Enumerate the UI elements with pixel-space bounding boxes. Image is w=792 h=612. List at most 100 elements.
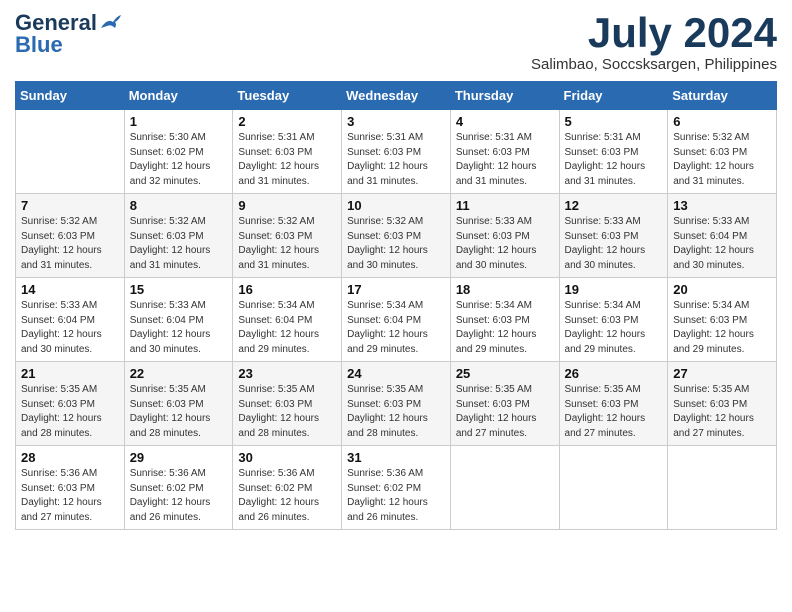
calendar-header: Sunday Monday Tuesday Wednesday Thursday…	[16, 82, 777, 110]
day-number: 24	[347, 366, 445, 381]
day-info: Sunrise: 5:32 AM Sunset: 6:03 PM Dayligh…	[130, 215, 228, 273]
calendar-cell: 31 Sunrise: 5:36 AM Sunset: 6:02 PM Dayli…	[342, 446, 451, 530]
logo: General Blue	[15, 10, 121, 58]
calendar-cell: 10 Sunrise: 5:32 AM Sunset: 6:03 PM Dayli…	[342, 194, 451, 278]
day-info: Sunrise: 5:35 AM Sunset: 6:03 PM Dayligh…	[565, 383, 663, 441]
day-number: 28	[21, 450, 119, 465]
calendar-cell: 7 Sunrise: 5:32 AM Sunset: 6:03 PM Daylig…	[16, 194, 125, 278]
week-row-3: 14Sunrise: 5:33 AM Sunset: 6:04 PM Dayli…	[16, 278, 777, 362]
calendar-cell: 5Sunrise: 5:31 AM Sunset: 6:03 PM Daylig…	[559, 110, 668, 194]
calendar-cell: 25Sunrise: 5:35 AM Sunset: 6:03 PM Dayli…	[450, 362, 559, 446]
title-block: July 2024 Salimbao, Soccsksargen, Philip…	[531, 10, 777, 73]
day-info: Sunrise: 5:32 AM Sunset: 6:03 PM Dayligh…	[347, 215, 445, 273]
day-number: 10	[347, 198, 445, 213]
day-number: 18	[456, 282, 554, 297]
week-row-2: 7 Sunrise: 5:32 AM Sunset: 6:03 PM Daylig…	[16, 194, 777, 278]
day-info: Sunrise: 5:36 AM Sunset: 6:03 PM Dayligh…	[21, 467, 119, 525]
calendar-cell: 29 Sunrise: 5:36 AM Sunset: 6:02 PM Dayli…	[124, 446, 233, 530]
calendar-cell: 30 Sunrise: 5:36 AM Sunset: 6:02 PM Dayli…	[233, 446, 342, 530]
day-info: Sunrise: 5:35 AM Sunset: 6:03 PM Dayligh…	[347, 383, 445, 441]
calendar-cell	[16, 110, 125, 194]
day-info: Sunrise: 5:32 AM Sunset: 6:03 PM Dayligh…	[21, 215, 119, 273]
day-number: 3	[347, 114, 445, 129]
day-info: Sunrise: 5:34 AM Sunset: 6:04 PM Dayligh…	[347, 299, 445, 357]
day-number: 8	[130, 198, 228, 213]
day-info: Sunrise: 5:32 AM Sunset: 6:03 PM Dayligh…	[673, 131, 771, 189]
day-number: 31	[347, 450, 445, 465]
day-number: 21	[21, 366, 119, 381]
calendar-cell: 21 Sunrise: 5:35 AM Sunset: 6:03 PM Dayli…	[16, 362, 125, 446]
calendar-cell: 23 Sunrise: 5:35 AM Sunset: 6:03 PM Dayli…	[233, 362, 342, 446]
calendar-cell: 22 Sunrise: 5:35 AM Sunset: 6:03 PM Dayli…	[124, 362, 233, 446]
calendar-cell: 27Sunrise: 5:35 AM Sunset: 6:03 PM Dayli…	[668, 362, 777, 446]
day-number: 20	[673, 282, 771, 297]
day-info: Sunrise: 5:34 AM Sunset: 6:03 PM Dayligh…	[673, 299, 771, 357]
col-sunday: Sunday	[16, 82, 125, 110]
day-number: 6	[673, 114, 771, 129]
calendar-cell: 9Sunrise: 5:32 AM Sunset: 6:03 PM Daylig…	[233, 194, 342, 278]
day-number: 15	[130, 282, 228, 297]
day-number: 7	[21, 198, 119, 213]
day-info: Sunrise: 5:35 AM Sunset: 6:03 PM Dayligh…	[130, 383, 228, 441]
day-info: Sunrise: 5:35 AM Sunset: 6:03 PM Dayligh…	[238, 383, 336, 441]
day-info: Sunrise: 5:36 AM Sunset: 6:02 PM Dayligh…	[238, 467, 336, 525]
calendar-cell: 2 Sunrise: 5:31 AM Sunset: 6:03 PM Daylig…	[233, 110, 342, 194]
day-info: Sunrise: 5:36 AM Sunset: 6:02 PM Dayligh…	[347, 467, 445, 525]
day-number: 4	[456, 114, 554, 129]
day-number: 29	[130, 450, 228, 465]
day-info: Sunrise: 5:34 AM Sunset: 6:04 PM Dayligh…	[238, 299, 336, 357]
day-info: Sunrise: 5:33 AM Sunset: 6:04 PM Dayligh…	[130, 299, 228, 357]
calendar-cell: 15 Sunrise: 5:33 AM Sunset: 6:04 PM Dayli…	[124, 278, 233, 362]
month-title: July 2024	[531, 10, 777, 56]
calendar-cell: 16 Sunrise: 5:34 AM Sunset: 6:04 PM Dayli…	[233, 278, 342, 362]
calendar-cell: 24 Sunrise: 5:35 AM Sunset: 6:03 PM Dayli…	[342, 362, 451, 446]
calendar-cell: 18 Sunrise: 5:34 AM Sunset: 6:03 PM Dayli…	[450, 278, 559, 362]
day-number: 5	[565, 114, 663, 129]
day-info: Sunrise: 5:35 AM Sunset: 6:03 PM Dayligh…	[21, 383, 119, 441]
calendar-cell: 26Sunrise: 5:35 AM Sunset: 6:03 PM Dayli…	[559, 362, 668, 446]
day-info: Sunrise: 5:33 AM Sunset: 6:03 PM Dayligh…	[565, 215, 663, 273]
logo-blue: Blue	[15, 32, 63, 58]
day-info: Sunrise: 5:31 AM Sunset: 6:03 PM Dayligh…	[347, 131, 445, 189]
day-info: Sunrise: 5:31 AM Sunset: 6:03 PM Dayligh…	[238, 131, 336, 189]
calendar-cell: 12 Sunrise: 5:33 AM Sunset: 6:03 PM Dayli…	[559, 194, 668, 278]
day-info: Sunrise: 5:30 AM Sunset: 6:02 PM Dayligh…	[130, 131, 228, 189]
day-number: 27	[673, 366, 771, 381]
day-info: Sunrise: 5:35 AM Sunset: 6:03 PM Dayligh…	[456, 383, 554, 441]
day-info: Sunrise: 5:31 AM Sunset: 6:03 PM Dayligh…	[456, 131, 554, 189]
day-info: Sunrise: 5:36 AM Sunset: 6:02 PM Dayligh…	[130, 467, 228, 525]
day-number: 19	[565, 282, 663, 297]
day-number: 30	[238, 450, 336, 465]
calendar-body: 1 Sunrise: 5:30 AM Sunset: 6:02 PM Daylig…	[16, 110, 777, 530]
calendar-cell: 14Sunrise: 5:33 AM Sunset: 6:04 PM Dayli…	[16, 278, 125, 362]
day-number: 22	[130, 366, 228, 381]
calendar-cell: 4 Sunrise: 5:31 AM Sunset: 6:03 PM Daylig…	[450, 110, 559, 194]
day-number: 17	[347, 282, 445, 297]
col-saturday: Saturday	[668, 82, 777, 110]
calendar-cell: 6 Sunrise: 5:32 AM Sunset: 6:03 PM Daylig…	[668, 110, 777, 194]
day-number: 1	[130, 114, 228, 129]
day-number: 16	[238, 282, 336, 297]
day-number: 23	[238, 366, 336, 381]
day-number: 12	[565, 198, 663, 213]
day-info: Sunrise: 5:34 AM Sunset: 6:03 PM Dayligh…	[565, 299, 663, 357]
days-of-week-row: Sunday Monday Tuesday Wednesday Thursday…	[16, 82, 777, 110]
calendar-cell: 11Sunrise: 5:33 AM Sunset: 6:03 PM Dayli…	[450, 194, 559, 278]
calendar-cell	[559, 446, 668, 530]
calendar-cell	[668, 446, 777, 530]
day-info: Sunrise: 5:34 AM Sunset: 6:03 PM Dayligh…	[456, 299, 554, 357]
col-friday: Friday	[559, 82, 668, 110]
calendar-cell: 3 Sunrise: 5:31 AM Sunset: 6:03 PM Daylig…	[342, 110, 451, 194]
calendar-cell: 28 Sunrise: 5:36 AM Sunset: 6:03 PM Dayli…	[16, 446, 125, 530]
day-info: Sunrise: 5:33 AM Sunset: 6:04 PM Dayligh…	[673, 215, 771, 273]
calendar-cell: 8 Sunrise: 5:32 AM Sunset: 6:03 PM Daylig…	[124, 194, 233, 278]
calendar-cell: 19 Sunrise: 5:34 AM Sunset: 6:03 PM Dayli…	[559, 278, 668, 362]
page-header: General Blue July 2024 Salimbao, Soccsks…	[15, 10, 777, 73]
day-number: 2	[238, 114, 336, 129]
location-subtitle: Salimbao, Soccsksargen, Philippines	[531, 56, 777, 73]
day-number: 13	[673, 198, 771, 213]
calendar-cell	[450, 446, 559, 530]
logo-bird-icon	[99, 14, 121, 32]
calendar-cell: 1 Sunrise: 5:30 AM Sunset: 6:02 PM Daylig…	[124, 110, 233, 194]
day-number: 9	[238, 198, 336, 213]
